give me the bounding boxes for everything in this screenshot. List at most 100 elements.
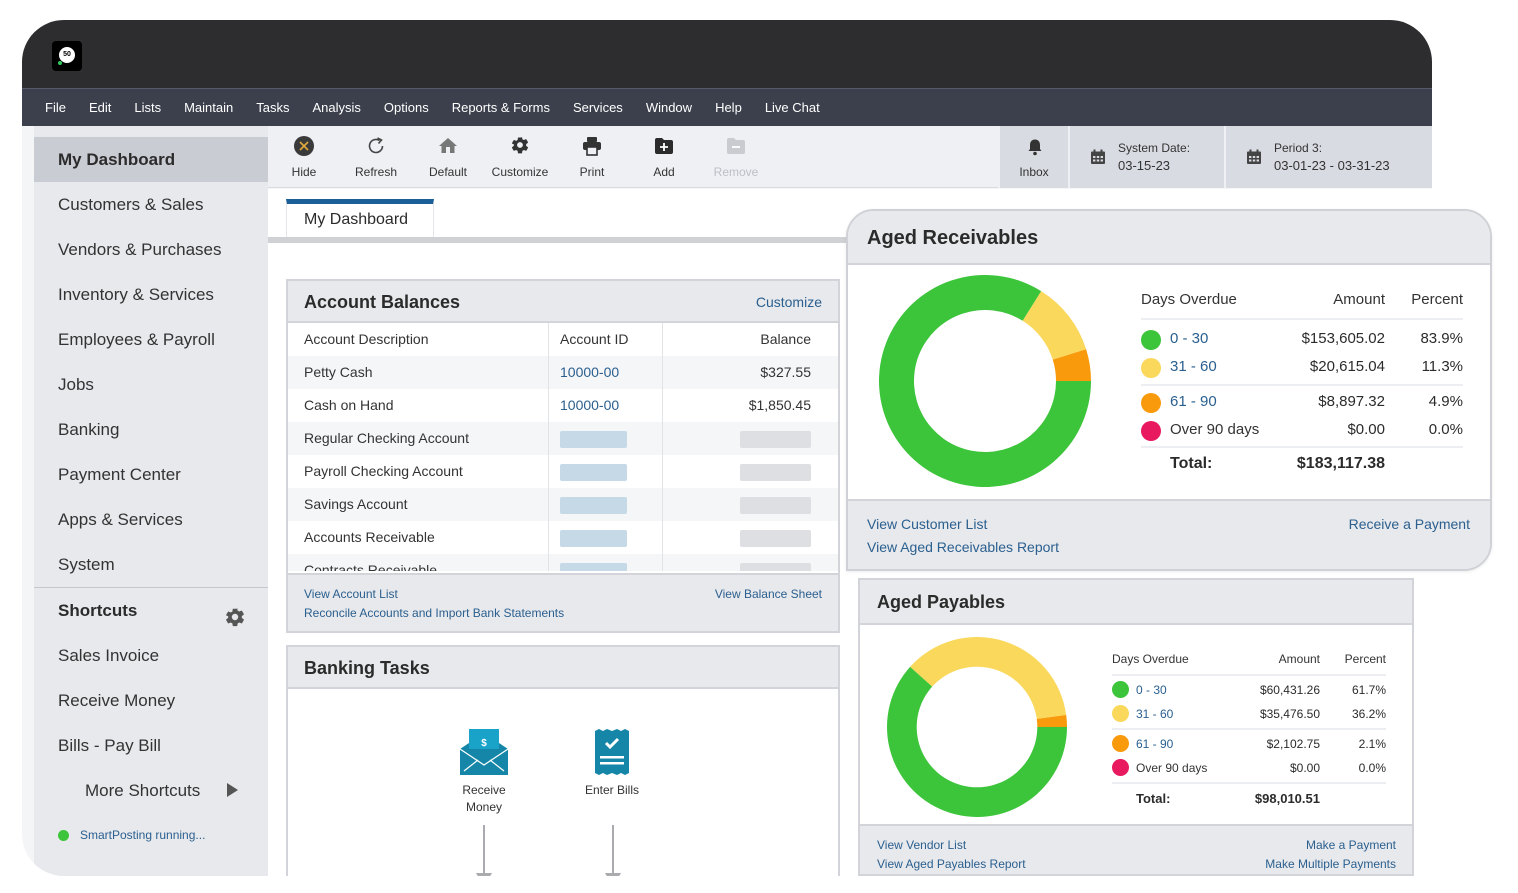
aging-amount: $153,605.02 (1301, 330, 1385, 347)
print-label: Print (579, 165, 605, 179)
menu-live-chat[interactable]: Live Chat (765, 100, 820, 115)
menu-file[interactable]: File (45, 100, 66, 115)
view-balance-sheet-link[interactable]: View Balance Sheet (715, 587, 822, 601)
make-multiple-payments-link[interactable]: Make Multiple Payments (1265, 857, 1396, 871)
table-rule (1112, 674, 1386, 676)
aged-receivables-donut-chart (879, 275, 1091, 487)
menu-options[interactable]: Options (384, 100, 429, 115)
table-row[interactable]: Accounts Receivable (288, 521, 838, 554)
close-circle-icon (293, 135, 315, 157)
loading-placeholder (740, 463, 811, 481)
menu-analysis[interactable]: Analysis (312, 100, 360, 115)
reconcile-accounts-link[interactable]: Reconcile Accounts and Import Bank State… (304, 606, 564, 620)
view-aged-payables-report-link[interactable]: View Aged Payables Report (877, 857, 1026, 871)
shortcut-bills-pay-bill[interactable]: Bills - Pay Bill (34, 723, 268, 768)
default-button[interactable]: Default (412, 126, 484, 188)
loading-placeholder (740, 562, 811, 571)
system-date-value: 03-15-23 (1118, 158, 1171, 173)
sidebar-item-jobs[interactable]: Jobs (34, 362, 268, 407)
shortcut-sales-invoice[interactable]: Sales Invoice (34, 633, 268, 678)
account-description: Payroll Checking Account (288, 455, 549, 488)
aged-payables-footer: View Vendor List View Aged Payables Repo… (860, 824, 1412, 874)
receive-payment-link[interactable]: Receive a Payment (1349, 516, 1470, 532)
account-id-link[interactable]: 10000-00 (549, 389, 663, 422)
table-row[interactable]: Contracts Receivable (288, 554, 838, 571)
aging-row: 31 - 60 $35,476.50 36.2% (1112, 705, 1386, 723)
view-account-list-link[interactable]: View Account List (304, 587, 398, 601)
aging-percent: 61.7% (1351, 683, 1386, 697)
menu-reports-forms[interactable]: Reports & Forms (452, 100, 550, 115)
sidebar-item-customers-sales[interactable]: Customers & Sales (34, 182, 268, 227)
inbox-button[interactable]: Inbox (998, 126, 1068, 188)
menu-services[interactable]: Services (573, 100, 623, 115)
refresh-button[interactable]: Refresh (340, 126, 412, 188)
aged-receivables-footer: View Customer List View Aged Receivables… (848, 499, 1490, 569)
menu-help[interactable]: Help (715, 100, 742, 115)
aging-category-link[interactable]: 31 - 60 (1136, 707, 1173, 721)
aging-category-link[interactable]: 0 - 30 (1170, 330, 1208, 347)
gear-icon[interactable] (224, 600, 246, 627)
aging-row: Over 90 days $0.00 0.0% (1141, 420, 1463, 442)
sidebar-item-my-dashboard[interactable]: My Dashboard (34, 137, 268, 182)
table-row[interactable]: Regular Checking Account (288, 422, 838, 455)
table-rule (1112, 782, 1386, 784)
period-box[interactable]: Period 3: 03-01-23 - 03-31-23 (1224, 126, 1432, 188)
aging-row: 0 - 30 $153,605.02 83.9% (1141, 329, 1463, 351)
enter-bills-task[interactable]: Enter Bills (576, 729, 648, 797)
home-icon (437, 135, 459, 157)
make-payment-link[interactable]: Make a Payment (1306, 838, 1396, 852)
col-header-account-id: Account ID (549, 323, 663, 356)
smartposting-text: SmartPosting running... (80, 828, 206, 842)
print-button[interactable]: Print (556, 126, 628, 188)
sidebar-item-inventory-services[interactable]: Inventory & Services (34, 272, 268, 317)
sidebar-item-vendors-purchases[interactable]: Vendors & Purchases (34, 227, 268, 272)
customize-link[interactable]: Customize (756, 281, 822, 323)
table-row[interactable]: Savings Account (288, 488, 838, 521)
loading-placeholder (740, 430, 811, 448)
default-label: Default (428, 165, 468, 179)
sidebar-item-employees-payroll[interactable]: Employees & Payroll (34, 317, 268, 362)
loading-placeholder (560, 562, 627, 571)
hide-button[interactable]: Hide (268, 126, 340, 188)
menu-lists[interactable]: Lists (134, 100, 161, 115)
customize-button[interactable]: Customize (484, 126, 556, 188)
envelope-money-icon: $ (446, 729, 522, 775)
aging-row: 61 - 90 $2,102.75 2.1% (1112, 735, 1386, 753)
sidebar-item-banking[interactable]: Banking (34, 407, 268, 452)
system-date-box[interactable]: System Date: 03-15-23 (1068, 126, 1224, 188)
shortcut-receive-money[interactable]: Receive Money (34, 678, 268, 723)
menu-window[interactable]: Window (646, 100, 692, 115)
account-id-link[interactable]: 10000-00 (549, 356, 663, 389)
col-header-percent: Percent (1411, 291, 1463, 308)
account-balances-title: Account Balances (304, 292, 461, 312)
table-row[interactable]: Petty Cash 10000-00 $327.55 (288, 356, 838, 389)
aging-category-link[interactable]: 31 - 60 (1170, 358, 1217, 375)
aging-category-link[interactable]: 0 - 30 (1136, 683, 1167, 697)
legend-dot-icon (1141, 421, 1161, 441)
menu-edit[interactable]: Edit (89, 100, 111, 115)
tab-my-dashboard[interactable]: My Dashboard (286, 199, 434, 239)
table-rule (1141, 318, 1463, 320)
aging-category-link[interactable]: 61 - 90 (1170, 393, 1217, 410)
legend-dot-icon (1112, 681, 1129, 698)
view-aged-receivables-report-link[interactable]: View Aged Receivables Report (867, 539, 1059, 555)
more-shortcuts-button[interactable]: More Shortcuts (34, 768, 268, 813)
table-row[interactable]: Cash on Hand 10000-00 $1,850.45 (288, 389, 838, 422)
view-customer-list-link[interactable]: View Customer List (867, 516, 987, 532)
table-row[interactable]: Payroll Checking Account (288, 455, 838, 488)
sidebar-item-payment-center[interactable]: Payment Center (34, 452, 268, 497)
menu-tasks[interactable]: Tasks (256, 100, 289, 115)
receive-money-task[interactable]: $ Receive Money (446, 729, 522, 814)
remove-button[interactable]: Remove (700, 126, 772, 188)
view-vendor-list-link[interactable]: View Vendor List (877, 838, 966, 852)
loading-placeholder (560, 430, 627, 448)
legend-dot-icon (1141, 393, 1161, 413)
aging-amount: $35,476.50 (1259, 707, 1320, 721)
inbox-label: Inbox (1019, 165, 1049, 179)
menu-maintain[interactable]: Maintain (184, 100, 233, 115)
sidebar-item-apps-services[interactable]: Apps & Services (34, 497, 268, 542)
shortcuts-title: Shortcuts (58, 601, 138, 620)
sidebar-item-system[interactable]: System (34, 542, 268, 587)
aging-category-link[interactable]: 61 - 90 (1136, 737, 1173, 751)
add-button[interactable]: Add (628, 126, 700, 188)
